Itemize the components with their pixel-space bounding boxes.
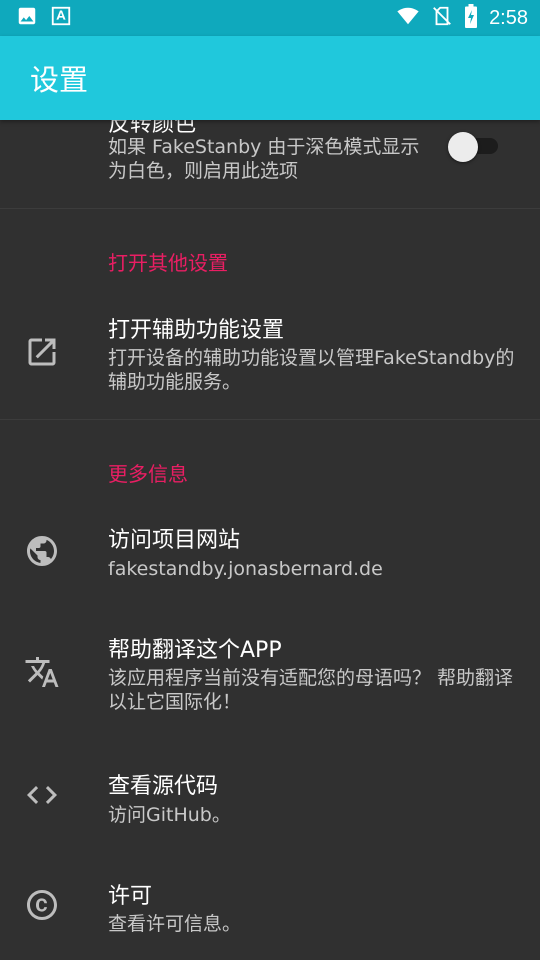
translate-icon (24, 654, 60, 690)
settings-list: 反转颜色 如果 FakeStanby 由于深色模式显示为白色，则启用此选项 打开… (0, 120, 540, 960)
translate-summary: 该应用程序当前没有适配您的母语吗？ 帮助翻译以让它国际化！ (108, 667, 514, 713)
open-in-new-icon (24, 334, 60, 370)
accessibility-settings-item[interactable]: 打开辅助功能设置 打开设备的辅助功能设置以管理FakeStandby的辅助功能服… (0, 300, 540, 420)
copyright-icon (24, 887, 60, 923)
wifi-icon (395, 5, 421, 31)
translate-item[interactable]: 帮助翻译这个APP 该应用程序当前没有适配您的母语吗？ 帮助翻译以让它国际化！ (0, 620, 540, 750)
app-bar: 设置 (0, 36, 540, 120)
no-sim-icon (431, 5, 453, 31)
website-summary: fakestandby.jonasbernard.de (108, 558, 383, 580)
category-other-settings: 打开其他设置 (108, 251, 228, 275)
license-item[interactable]: 许可 查看许可信息。 (0, 860, 540, 960)
source-title: 查看源代码 (108, 774, 219, 799)
invert-color-item[interactable]: 反转颜色 如果 FakeStanby 由于深色模式显示为白色，则启用此选项 (0, 120, 540, 208)
license-summary: 查看许可信息。 (108, 913, 242, 935)
code-icon (24, 777, 60, 813)
image-icon (16, 5, 38, 31)
divider (0, 419, 540, 420)
status-bar: 2:58 (0, 0, 540, 36)
translate-title: 帮助翻译这个APP (108, 638, 282, 663)
license-title: 许可 (108, 884, 153, 909)
globe-icon (24, 533, 60, 569)
invert-color-summary: 如果 FakeStanby 由于深色模式显示为白色，则启用此选项 (108, 136, 420, 182)
divider (0, 208, 540, 209)
battery-charging-icon (463, 4, 479, 32)
page-title: 设置 (30, 63, 89, 97)
status-time: 2:58 (489, 6, 528, 29)
category-more-info: 更多信息 (108, 462, 188, 486)
invert-color-switch[interactable] (448, 128, 502, 162)
website-item[interactable]: 访问项目网站 fakestandby.jonasbernard.de (0, 510, 540, 620)
source-summary: 访问GitHub。 (108, 804, 231, 826)
switch-thumb (448, 132, 478, 162)
source-code-item[interactable]: 查看源代码 访问GitHub。 (0, 750, 540, 860)
website-title: 访问项目网站 (108, 528, 241, 553)
accessibility-summary: 打开设备的辅助功能设置以管理FakeStandby的辅助功能服务。 (108, 347, 515, 393)
text-format-icon (50, 5, 72, 31)
accessibility-title: 打开辅助功能设置 (108, 318, 285, 343)
